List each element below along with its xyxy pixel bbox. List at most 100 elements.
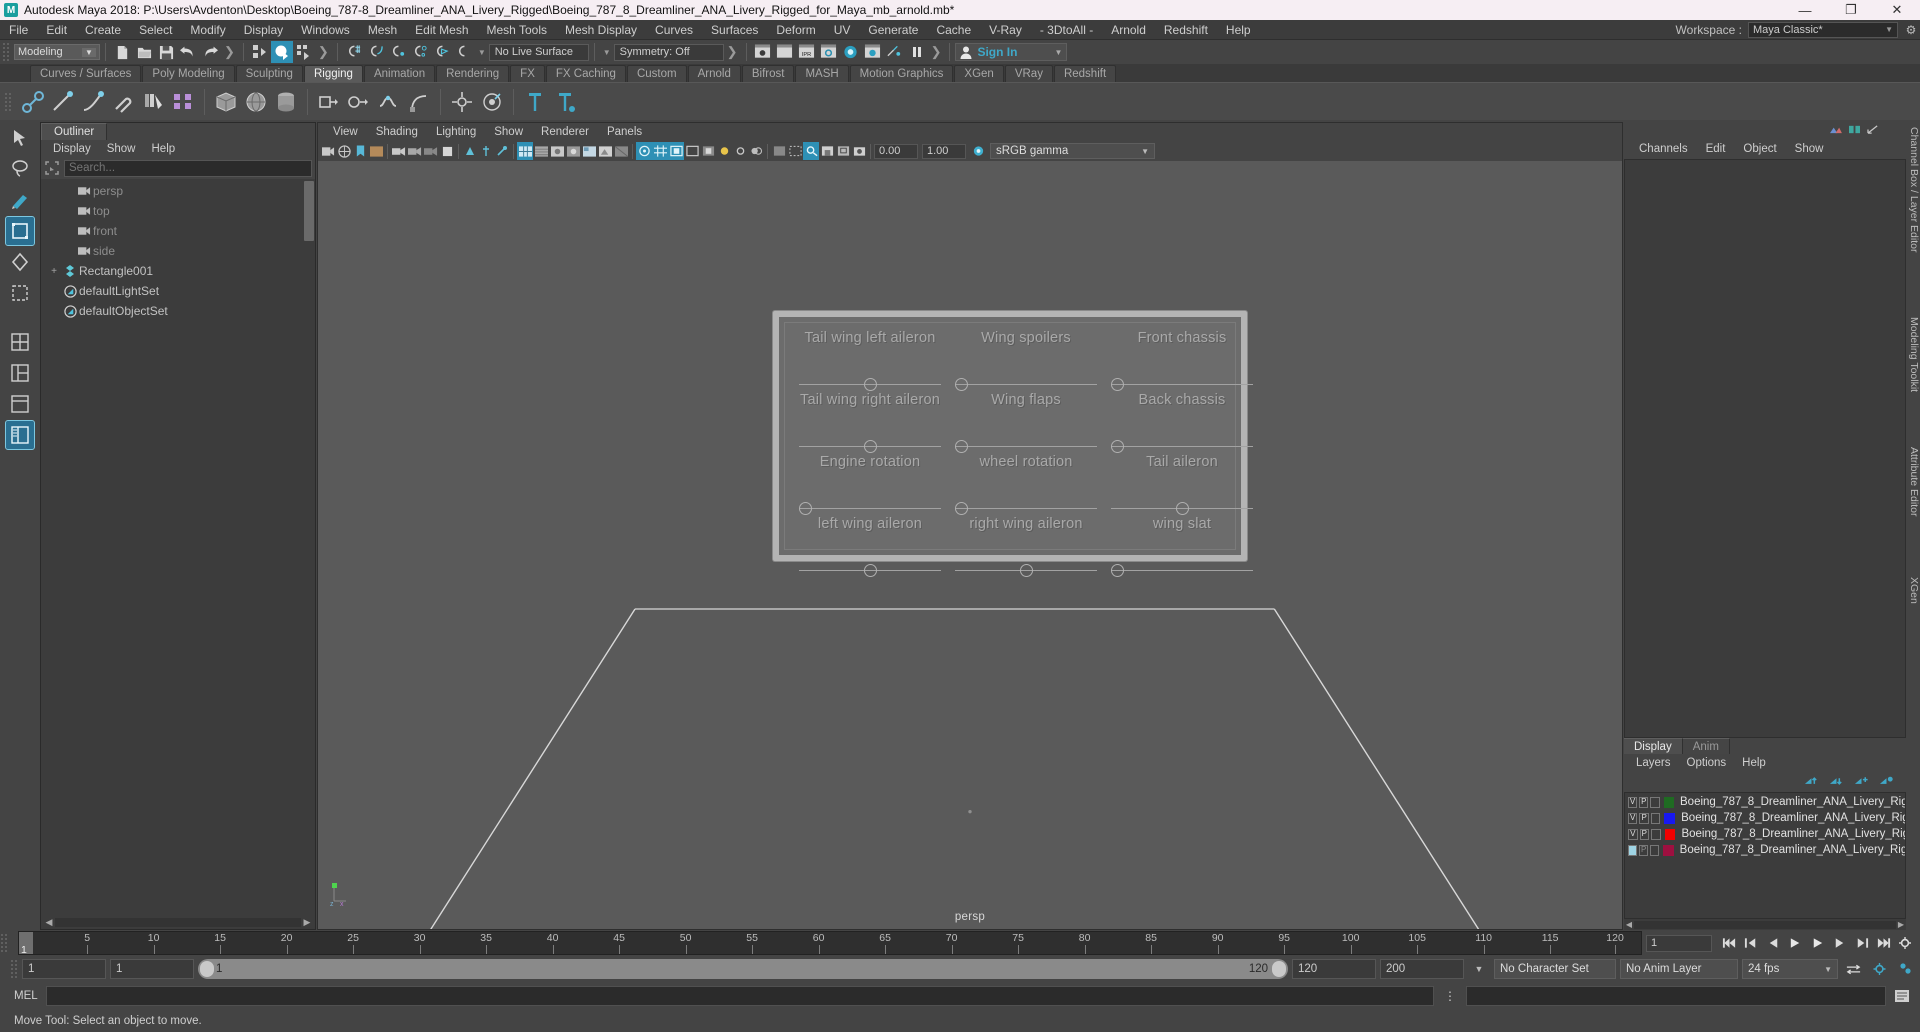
menu-edit-mesh[interactable]: Edit Mesh: [406, 20, 477, 40]
menu-modify[interactable]: Modify: [181, 20, 234, 40]
menu-deform[interactable]: Deform: [767, 20, 824, 40]
viewport-menu-lighting[interactable]: Lighting: [427, 123, 485, 142]
animation-preferences-gear-icon[interactable]: [1868, 959, 1890, 979]
menu-file[interactable]: File: [0, 20, 37, 40]
outliner-vertical-scrollbar[interactable]: [304, 181, 314, 241]
layer-visibility-toggle[interactable]: V: [1628, 828, 1638, 840]
pause-icon[interactable]: [906, 41, 928, 63]
scroll-left-icon[interactable]: ◀: [43, 917, 55, 928]
nonlinear-bend-icon[interactable]: [404, 86, 434, 118]
layer-menu-options[interactable]: Options: [1679, 754, 1735, 772]
redo-icon[interactable]: [199, 41, 221, 63]
scroll-track[interactable]: [1634, 920, 1896, 929]
open-scene-icon[interactable]: [133, 41, 155, 63]
menu-windows[interactable]: Windows: [292, 20, 359, 40]
color-management-icon[interactable]: [970, 142, 986, 160]
outliner-horizontal-scrollbar[interactable]: ◀ ▶: [41, 916, 315, 929]
use-all-lights-icon[interactable]: [407, 142, 423, 160]
side-tab-modeling-toolkit[interactable]: Modeling Toolkit: [1906, 312, 1920, 397]
shelf-tab-redshift[interactable]: Redshift: [1053, 65, 1117, 82]
playback-start-time-field[interactable]: 1: [110, 959, 194, 979]
slider-knob[interactable]: [955, 502, 968, 515]
slider-track[interactable]: [1111, 437, 1253, 455]
current-frame-field[interactable]: 1: [1646, 934, 1712, 952]
four-view-layout-icon[interactable]: [6, 328, 34, 356]
toolbar-collapse-icon[interactable]: ❯: [315, 44, 332, 60]
film-gate-icon[interactable]: [668, 142, 684, 160]
viewport-menu-panels[interactable]: Panels: [598, 123, 651, 142]
layer-visibility-toggle[interactable]: V: [1628, 812, 1638, 824]
color-management-selector[interactable]: sRGB gamma ▼: [990, 143, 1155, 159]
layer-display-type-toggle[interactable]: [1650, 844, 1660, 856]
script-editor-icon[interactable]: [1892, 986, 1912, 1006]
menu-help[interactable]: Help: [1217, 20, 1260, 40]
step-back-frame-icon[interactable]: [1762, 933, 1784, 953]
slider-track[interactable]: [955, 561, 1097, 579]
snap-to-view-plane-icon[interactable]: [431, 41, 453, 63]
outliner-item-defaultlightset[interactable]: defaultLightSet: [41, 281, 315, 301]
menu-display[interactable]: Display: [235, 20, 292, 40]
play-forwards-icon[interactable]: [1806, 933, 1828, 953]
select-by-component-type-icon[interactable]: [293, 41, 315, 63]
menu-set-selector[interactable]: Modeling ▼: [14, 44, 100, 60]
toolbar-collapse-icon[interactable]: ❯: [724, 44, 741, 60]
persp-layout-icon[interactable]: [6, 390, 34, 418]
expand-toggle-icon[interactable]: +: [47, 266, 61, 277]
shelf-tab-animation[interactable]: Animation: [363, 65, 436, 82]
slider-knob[interactable]: [955, 440, 968, 453]
layer-color-swatch[interactable]: [1663, 796, 1675, 808]
outliner-item-defaultobjectset[interactable]: defaultObjectSet: [41, 301, 315, 321]
shelf-tab-rendering[interactable]: Rendering: [436, 65, 510, 82]
layer-display-type-toggle[interactable]: [1651, 828, 1661, 840]
layer-menu-layers[interactable]: Layers: [1628, 754, 1679, 772]
slider-knob[interactable]: [1111, 440, 1124, 453]
bind-skin-icon[interactable]: [108, 86, 138, 118]
playback-speed-selector[interactable]: 24 fps ▼: [1742, 959, 1838, 979]
slider-track[interactable]: [955, 437, 1097, 455]
shelf-tab-fx[interactable]: FX: [510, 65, 545, 82]
gate-mask-icon[interactable]: [700, 142, 716, 160]
select-by-hierarchy-icon[interactable]: [249, 41, 271, 63]
layer-playback-toggle[interactable]: P: [1639, 844, 1649, 856]
outliner-item-top[interactable]: top: [41, 201, 315, 221]
snap-to-projected-center-icon[interactable]: [409, 41, 431, 63]
animation-preferences-icon[interactable]: [1894, 933, 1916, 953]
outliner-item-front[interactable]: front: [41, 221, 315, 241]
new-layer-from-selected-icon[interactable]: [1879, 775, 1894, 790]
textured-icon[interactable]: [581, 142, 597, 160]
scroll-track[interactable]: [55, 918, 301, 927]
command-output-field[interactable]: [1466, 986, 1886, 1006]
outliner-menu-display[interactable]: Display: [45, 140, 99, 159]
shelf-tab-xgen[interactable]: XGen: [954, 65, 1004, 82]
close-button[interactable]: ✕: [1874, 0, 1920, 20]
viewport-snapshot-icon[interactable]: [851, 142, 867, 160]
layer-playback-toggle[interactable]: P: [1639, 812, 1649, 824]
resolution-gate-icon[interactable]: [684, 142, 700, 160]
live-surface-field[interactable]: No Live Surface: [488, 43, 589, 61]
outliner-menu-show[interactable]: Show: [99, 140, 144, 159]
motion-blur-icon[interactable]: [462, 142, 478, 160]
step-back-key-icon[interactable]: [1740, 933, 1762, 953]
play-backwards-icon[interactable]: [1784, 933, 1806, 953]
menu-vray[interactable]: V-Ray: [980, 20, 1031, 40]
use-default-material-icon[interactable]: [597, 142, 613, 160]
scroll-right-icon[interactable]: ▶: [301, 917, 313, 928]
search-input[interactable]: [64, 159, 312, 177]
exposure-field[interactable]: 0.00: [874, 143, 918, 159]
slider-track[interactable]: [799, 437, 941, 455]
slider-track[interactable]: [1111, 499, 1253, 517]
ambient-occlusion-icon[interactable]: [439, 142, 455, 160]
shelf-tab-poly-modeling[interactable]: Poly Modeling: [142, 65, 235, 82]
layer-row[interactable]: V P Boeing_787_8_Dreamliner_ANA_Livery_R…: [1625, 826, 1905, 842]
auto-keyframe-toggle-icon[interactable]: [1842, 959, 1864, 979]
hud-toggle-icon[interactable]: [771, 142, 787, 160]
cluster-deformer-icon[interactable]: [344, 86, 374, 118]
command-language-label[interactable]: MEL: [14, 990, 40, 1002]
render-settings-icon[interactable]: [818, 41, 840, 63]
render-current-frame-icon[interactable]: [752, 41, 774, 63]
slider-knob[interactable]: [1111, 378, 1124, 391]
shelf-tab-sculpting[interactable]: Sculpting: [235, 65, 303, 82]
chevron-down-icon[interactable]: ▼: [1468, 959, 1490, 979]
viewport-menu-renderer[interactable]: Renderer: [532, 123, 598, 142]
menu-mesh-tools[interactable]: Mesh Tools: [478, 20, 556, 40]
